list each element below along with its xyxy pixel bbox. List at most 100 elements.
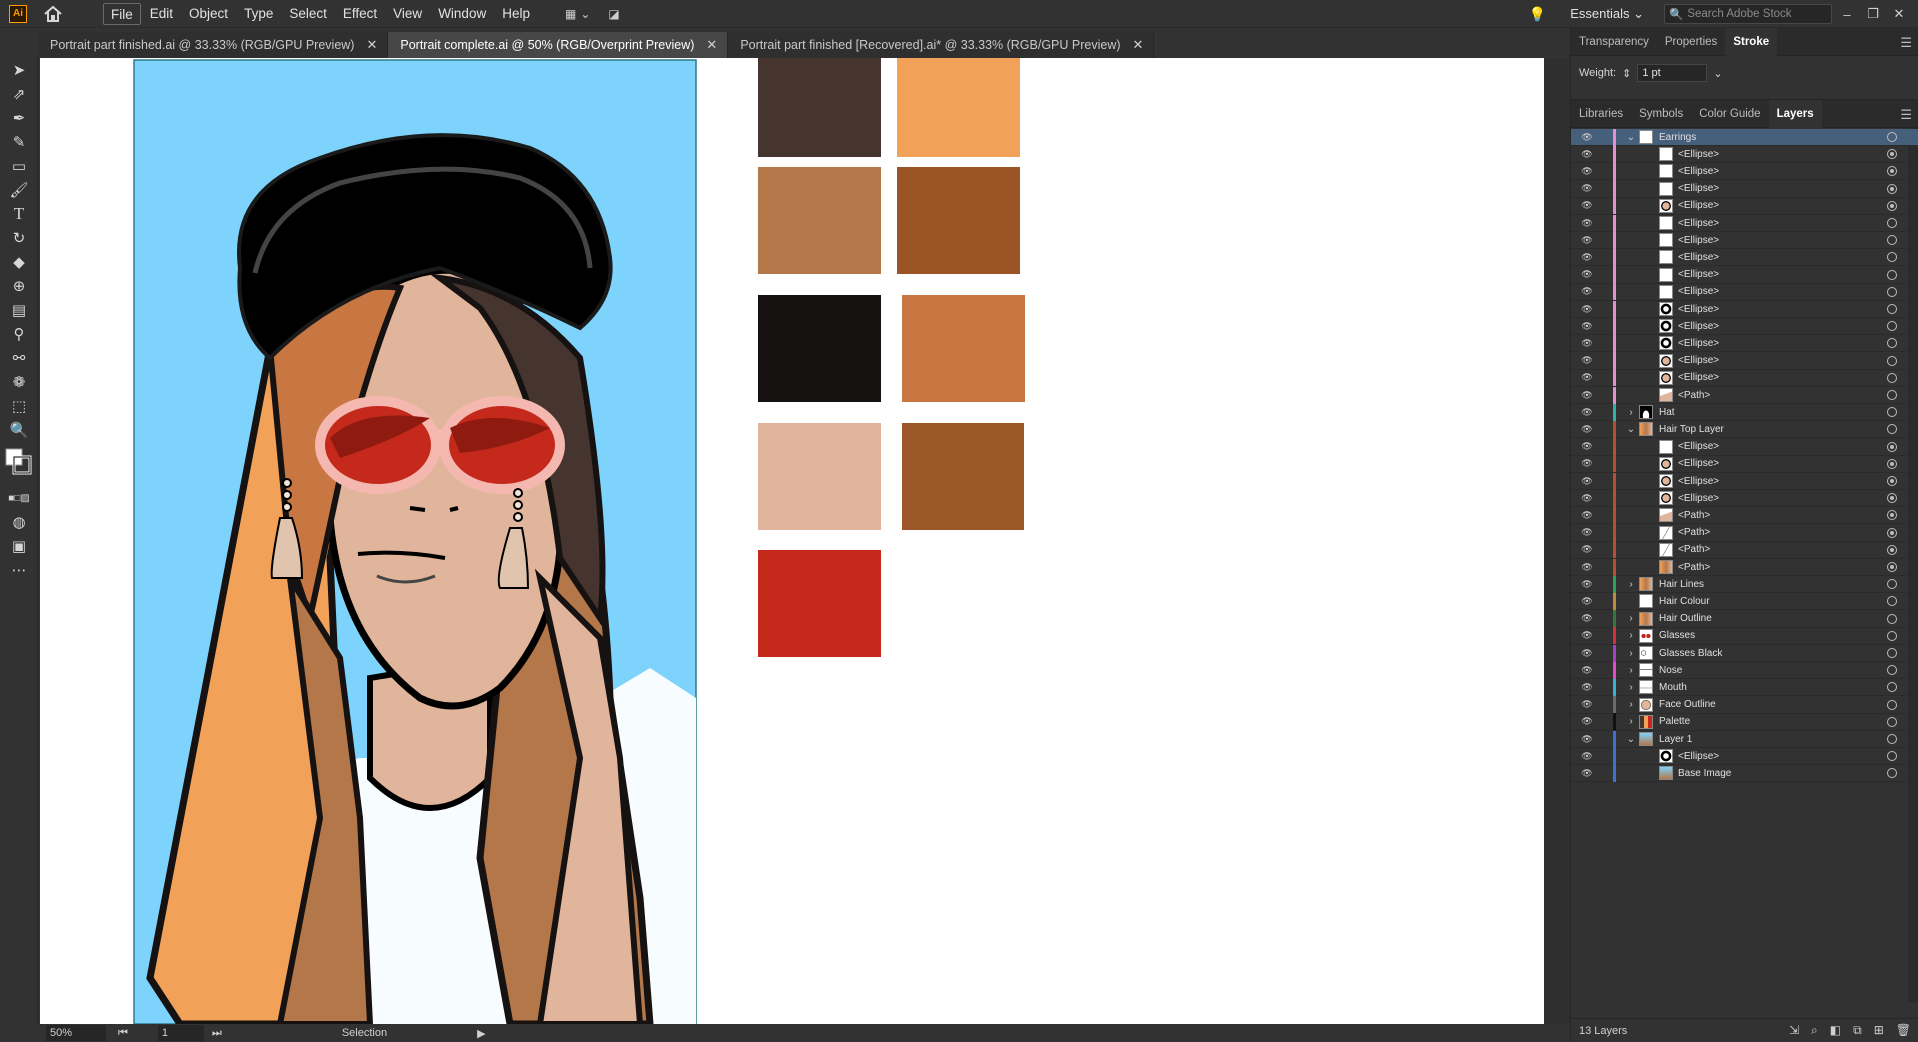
screen-mode-icon[interactable]: ▣ xyxy=(0,534,38,558)
pen-tool[interactable]: ✒ xyxy=(0,106,38,130)
target-circle-icon[interactable] xyxy=(1887,304,1897,314)
target-circle-icon[interactable] xyxy=(1887,441,1897,452)
visibility-eye-icon[interactable]: 👁 xyxy=(1579,218,1595,229)
visibility-eye-icon[interactable]: 👁 xyxy=(1579,424,1595,435)
visibility-eye-icon[interactable]: 👁 xyxy=(1579,372,1595,383)
weight-input[interactable]: 1 pt xyxy=(1637,64,1708,82)
export-icon[interactable]: ⇲ xyxy=(1789,1023,1799,1038)
visibility-eye-icon[interactable]: 👁 xyxy=(1579,183,1595,194)
visibility-eye-icon[interactable]: 👁 xyxy=(1579,476,1595,487)
panel-tab-properties[interactable]: Properties xyxy=(1657,28,1725,56)
sublayer-row[interactable]: 👁 <Ellipse> xyxy=(1571,334,1918,353)
canvas-vertical-scrollbar[interactable] xyxy=(1544,58,1570,1024)
sublayer-row[interactable]: 👁 <Ellipse> xyxy=(1571,317,1918,336)
panel-tab-color-guide[interactable]: Color Guide xyxy=(1691,100,1768,128)
target-circle-icon[interactable] xyxy=(1887,424,1897,435)
eyedropper-tool[interactable]: ⚲ xyxy=(0,322,38,346)
target-circle-icon[interactable] xyxy=(1887,682,1897,693)
layer-row[interactable]: 👁 › Nose xyxy=(1571,661,1918,680)
target-circle-icon[interactable] xyxy=(1887,510,1897,521)
new-sublayer-icon[interactable]: ⧉ xyxy=(1853,1023,1862,1038)
target-circle-icon[interactable] xyxy=(1887,596,1897,607)
visibility-eye-icon[interactable]: 👁 xyxy=(1579,338,1595,349)
menu-help[interactable]: Help xyxy=(495,3,537,25)
paintbrush-tool[interactable]: 🖌 xyxy=(0,178,38,202)
document-tab[interactable]: Portrait part finished.ai @ 33.33% (RGB/… xyxy=(38,32,389,58)
chevron-down-icon[interactable]: ⌄ xyxy=(1625,132,1637,143)
edit-toolbar-icon[interactable]: ⋯ xyxy=(0,558,38,582)
layer-row[interactable]: 👁 ⌄ Hair Top Layer xyxy=(1571,420,1918,439)
target-circle-icon[interactable] xyxy=(1887,149,1897,160)
prev-artboard-icon[interactable]: ⏮ xyxy=(118,1027,128,1040)
sublayer-row[interactable]: 👁 <Path> xyxy=(1571,386,1918,404)
sublayer-row[interactable]: 👁 <Ellipse> xyxy=(1571,214,1918,232)
shape-builder-tool[interactable]: ⊕ xyxy=(0,274,38,298)
menu-select[interactable]: Select xyxy=(282,3,334,25)
visibility-eye-icon[interactable]: 👁 xyxy=(1579,304,1595,315)
panel-tab-transparency[interactable]: Transparency xyxy=(1571,28,1657,56)
stepper-icon[interactable]: ⇕ xyxy=(1622,67,1631,80)
target-circle-icon[interactable] xyxy=(1887,166,1897,177)
target-circle-icon[interactable] xyxy=(1887,527,1897,538)
document-tab[interactable]: Portrait complete.ai @ 50% (RGB/Overprin… xyxy=(388,32,729,58)
curvature-tool[interactable]: ✎ xyxy=(0,130,38,154)
target-circle-icon[interactable] xyxy=(1887,699,1897,710)
sublayer-row[interactable]: 👁 <Path> xyxy=(1571,558,1918,576)
sublayer-row[interactable]: 👁 <Path> xyxy=(1571,506,1918,525)
target-circle-icon[interactable] xyxy=(1887,252,1897,263)
visibility-eye-icon[interactable]: 👁 xyxy=(1579,699,1595,710)
target-circle-icon[interactable] xyxy=(1887,751,1897,762)
layer-row[interactable]: 👁 ⌄ Earrings xyxy=(1571,128,1918,146)
chevron-right-icon[interactable]: › xyxy=(1625,716,1637,727)
next-artboard-icon[interactable]: ⏭ xyxy=(212,1027,222,1040)
visibility-eye-icon[interactable]: 👁 xyxy=(1579,252,1595,263)
draw-mode-icon[interactable]: ◍ xyxy=(0,510,38,534)
target-circle-icon[interactable] xyxy=(1887,562,1897,572)
target-circle-icon[interactable] xyxy=(1887,338,1897,349)
chevron-right-icon[interactable]: › xyxy=(1625,682,1637,693)
close-icon[interactable]: ✕ xyxy=(1133,37,1144,53)
layer-row[interactable]: 👁 › Hair Outline xyxy=(1571,610,1918,628)
visibility-eye-icon[interactable]: 👁 xyxy=(1579,321,1595,332)
visibility-eye-icon[interactable]: 👁 xyxy=(1579,441,1595,452)
sublayer-row[interactable]: 👁 <Ellipse> xyxy=(1571,197,1918,215)
target-circle-icon[interactable] xyxy=(1887,286,1897,297)
layer-row[interactable]: 👁 › Hat xyxy=(1571,403,1918,422)
direct-selection-tool[interactable]: ⇗ xyxy=(0,82,38,106)
visibility-eye-icon[interactable]: 👁 xyxy=(1579,200,1595,211)
menu-file[interactable]: File xyxy=(103,2,141,25)
sublayer-row[interactable]: 👁 <Path> xyxy=(1571,541,1918,559)
visibility-eye-icon[interactable]: 👁 xyxy=(1579,562,1595,573)
visibility-eye-icon[interactable]: 👁 xyxy=(1579,734,1595,745)
visibility-eye-icon[interactable]: 👁 xyxy=(1579,355,1595,366)
menu-type[interactable]: Type xyxy=(237,3,280,25)
visibility-eye-icon[interactable]: 👁 xyxy=(1579,630,1595,641)
target-circle-icon[interactable] xyxy=(1887,390,1897,400)
artboard-tool[interactable]: ⬚ xyxy=(0,394,38,418)
visibility-eye-icon[interactable]: 👁 xyxy=(1579,149,1595,160)
visibility-eye-icon[interactable]: 👁 xyxy=(1579,768,1595,779)
sublayer-row[interactable]: 👁 <Ellipse> xyxy=(1571,438,1918,456)
target-circle-icon[interactable] xyxy=(1887,132,1897,142)
visibility-eye-icon[interactable]: 👁 xyxy=(1579,493,1595,504)
sublayer-row[interactable]: 👁 <Ellipse> xyxy=(1571,231,1918,250)
layer-row[interactable]: 👁 › Face Outline xyxy=(1571,696,1918,714)
artboard-number-field[interactable]: 1 xyxy=(157,1025,204,1041)
blend-tool[interactable]: ⚯ xyxy=(0,346,38,370)
rectangle-tool[interactable]: ▭ xyxy=(0,154,38,178)
sublayer-row[interactable]: 👁 <Ellipse> xyxy=(1571,162,1918,181)
sublayer-row[interactable]: 👁 <Ellipse> xyxy=(1571,145,1918,164)
menu-effect[interactable]: Effect xyxy=(336,3,384,25)
visibility-eye-icon[interactable]: 👁 xyxy=(1579,751,1595,762)
visibility-eye-icon[interactable]: 👁 xyxy=(1579,390,1595,401)
sublayer-row[interactable]: 👁 <Ellipse> xyxy=(1571,300,1918,318)
chevron-right-icon[interactable]: › xyxy=(1625,407,1637,418)
target-circle-icon[interactable] xyxy=(1887,630,1897,641)
color-swatch[interactable] xyxy=(758,58,881,157)
sublayer-row[interactable]: 👁 <Ellipse> xyxy=(1571,248,1918,267)
zoom-level-field[interactable]: 50% xyxy=(46,1025,106,1041)
arrange-documents-button[interactable]: ▦ ⌄ xyxy=(565,7,590,21)
layer-row[interactable]: 👁 › Glasses xyxy=(1571,627,1918,645)
chevron-right-icon[interactable]: › xyxy=(1625,630,1637,641)
clipping-mask-icon[interactable]: ◧ xyxy=(1830,1023,1841,1038)
